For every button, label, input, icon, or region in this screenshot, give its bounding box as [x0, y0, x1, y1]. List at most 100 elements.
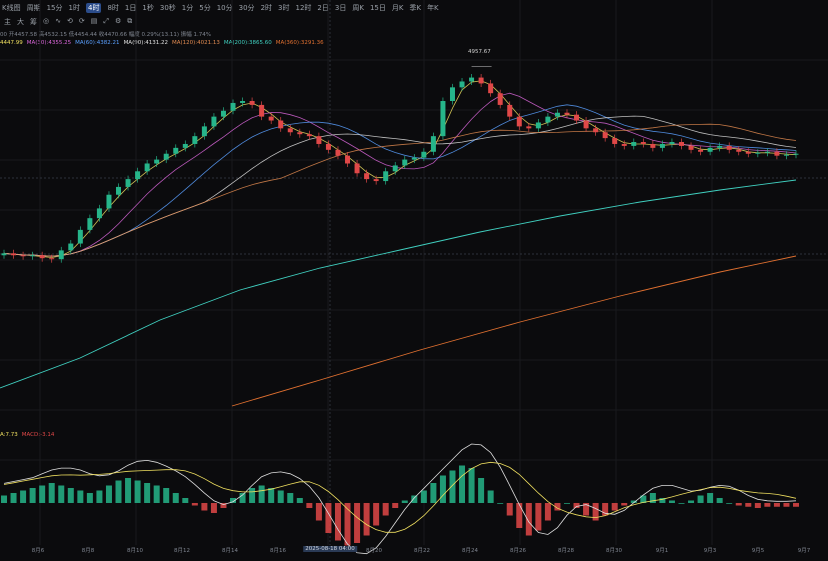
macd-bar	[544, 503, 551, 521]
candle-body	[230, 102, 236, 111]
candle-body	[488, 83, 494, 94]
macd-bar	[39, 485, 46, 503]
x-tick-label: 8月10	[127, 548, 143, 554]
macd-bar	[210, 503, 217, 513]
candle-body	[116, 186, 122, 195]
candle-body	[793, 153, 799, 155]
macd-bar	[764, 503, 771, 507]
candle-body	[593, 128, 599, 133]
candle-body	[459, 81, 465, 88]
candle-body	[736, 149, 742, 152]
x-tick-label: 9月1	[655, 548, 669, 554]
candle-body	[726, 145, 732, 150]
ma360-line	[231, 255, 797, 407]
macd-bar	[420, 490, 427, 503]
macd-bar	[58, 485, 65, 503]
x-tick-label: 8月24	[462, 548, 478, 554]
candle-body	[20, 255, 26, 257]
candle-body	[650, 143, 656, 148]
candle-body	[278, 120, 284, 129]
moving-average-line	[3, 104, 797, 257]
macd-bar	[392, 503, 399, 508]
macd-bar	[325, 503, 332, 533]
macd-bar	[20, 490, 27, 503]
macd-bar	[726, 503, 733, 504]
macd-bar	[793, 503, 799, 507]
candle-body	[430, 136, 436, 152]
candle-body	[755, 152, 761, 154]
candle-body	[30, 255, 36, 257]
candle-body	[306, 134, 312, 137]
macd-bar	[411, 495, 418, 503]
macd-bar	[163, 488, 170, 503]
candle-body	[211, 116, 217, 127]
candle-body	[163, 153, 169, 160]
candle-body	[154, 159, 160, 164]
macd-bar	[134, 480, 141, 503]
price-chart[interactable]	[0, 0, 828, 561]
macd-bar	[182, 498, 189, 503]
x-tick-label: 8月6	[31, 548, 45, 554]
candle-body	[135, 171, 141, 180]
candle-body	[325, 143, 331, 150]
candle-body	[96, 208, 102, 219]
macd-bar	[354, 503, 361, 543]
candle-body	[182, 143, 188, 148]
candle-body	[602, 132, 608, 139]
macd-bar	[468, 468, 475, 503]
candle-body	[373, 179, 379, 182]
candle-body	[497, 93, 503, 105]
macd-bar	[67, 488, 74, 503]
candle-body	[678, 142, 684, 146]
candle-body	[612, 138, 618, 144]
x-tick-label: 9月5	[751, 548, 765, 554]
macd-bar	[29, 488, 36, 503]
macd-bar	[277, 490, 284, 503]
candle-body	[249, 101, 255, 105]
candle-body	[392, 165, 398, 172]
macd-bar	[773, 503, 780, 507]
candle-body	[58, 250, 64, 260]
candle-body	[669, 142, 675, 144]
macd-bar	[334, 503, 341, 541]
candle-body	[564, 112, 570, 115]
candle-body	[659, 143, 665, 148]
macd-bar	[268, 488, 275, 503]
macd-signal-line	[3, 461, 797, 533]
candle-body	[87, 218, 93, 230]
x-tick-label: 9月3	[703, 548, 717, 554]
macd-bar	[497, 503, 504, 504]
candle-body	[68, 243, 74, 251]
macd-bar	[105, 485, 112, 503]
x-tick-label: 9月7	[797, 548, 811, 554]
macd-bar	[783, 503, 790, 507]
macd-bar	[745, 503, 752, 507]
macd-bar	[621, 503, 628, 506]
macd-bar	[668, 500, 675, 503]
candle-body	[316, 136, 322, 144]
moving-average-line	[3, 80, 797, 258]
macd-bar	[153, 485, 160, 503]
candle-body	[364, 173, 370, 180]
macd-bar	[506, 503, 513, 516]
candle-body	[583, 120, 589, 129]
macd-bar	[487, 490, 494, 503]
macd-bar	[115, 480, 122, 503]
candle-body	[478, 77, 484, 84]
macd-bar	[172, 493, 179, 503]
x-axis-labels: 8月6 8月8 8月10 8月12 8月14 8月16 8月20 8月22 8月24 8月26 8月…	[0, 546, 828, 558]
candle-body	[411, 157, 417, 160]
candle-body	[516, 116, 522, 127]
candle-body	[449, 87, 455, 102]
macd-bar	[525, 503, 532, 536]
macd-bar	[363, 503, 370, 536]
moving-average-line	[3, 115, 797, 257]
candle-body	[621, 143, 627, 146]
macd-bar	[707, 493, 714, 503]
candle-body	[354, 163, 360, 174]
macd-bar	[573, 503, 580, 508]
macd-bar	[287, 493, 294, 503]
macd-bar	[716, 498, 723, 503]
candle-body	[469, 77, 475, 82]
candle-body	[707, 147, 713, 152]
